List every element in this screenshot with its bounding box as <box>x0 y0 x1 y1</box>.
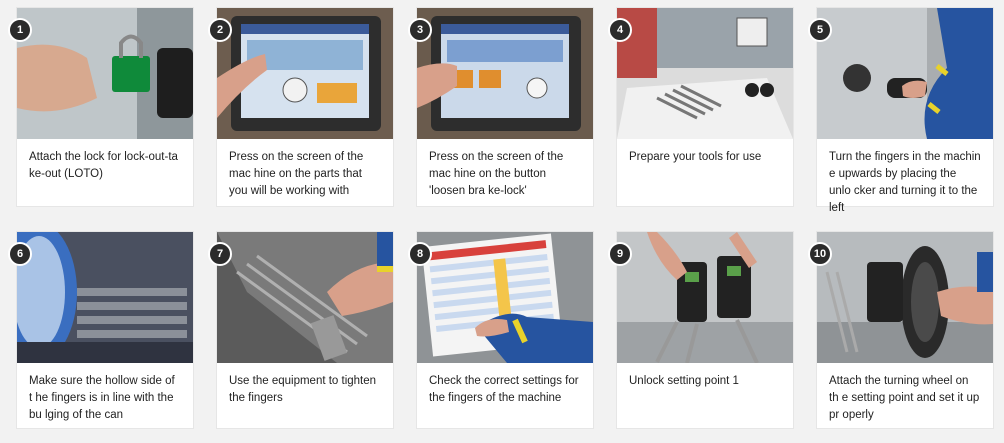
turning-wheel-photo <box>817 232 993 363</box>
step-caption: Press on the screen of the mac hine on t… <box>429 151 564 197</box>
step-card-5[interactable]: 5 Turn the fingers in the machin e upwar… <box>808 8 993 214</box>
step-caption: Make sure the hollow side of t he finger… <box>29 375 175 421</box>
step-caption: Turn the fingers in the machin e upwards… <box>829 151 981 214</box>
step-number-badge: 6 <box>8 242 32 266</box>
step-card-9[interactable]: 9 Unlock setting point 1 <box>608 232 793 428</box>
step-number-badge: 4 <box>608 18 632 42</box>
tools-table-photo <box>617 8 793 139</box>
step-caption: Attach the turning wheel on th e setting… <box>829 375 980 421</box>
step-card-3[interactable]: 3 Press on the screen of the mac hine on… <box>408 8 593 206</box>
fingers-can-photo <box>17 232 193 363</box>
step-card-1[interactable]: 1 Attach the lock for lock-out-ta ke-out… <box>8 8 193 206</box>
step-number-badge: 8 <box>408 242 432 266</box>
step-number-badge: 2 <box>208 18 232 42</box>
machine-handle-photo <box>817 8 993 139</box>
step-number-badge: 7 <box>208 242 232 266</box>
step-caption: Unlock setting point 1 <box>629 375 739 387</box>
tightening-photo <box>217 232 393 363</box>
step-number-badge: 1 <box>8 18 32 42</box>
step-card-2[interactable]: 2 Press on the screen of the mac hine on… <box>208 8 393 206</box>
step-caption: Attach the lock for lock-out-ta ke-out (… <box>29 151 178 180</box>
step-card-8[interactable]: 8 Check the correct settings for the fin… <box>408 232 593 428</box>
step-caption: Prepare your tools for use <box>629 151 762 163</box>
touchscreen-photo <box>417 8 593 139</box>
step-number-badge: 3 <box>408 18 432 42</box>
step-card-7[interactable]: 7 Use the equipment to tighten the finge… <box>208 232 393 428</box>
padlock-photo <box>17 8 193 139</box>
step-card-10[interactable]: 10 Attach the turning wheel on th e sett… <box>808 232 993 428</box>
step-number-badge: 5 <box>808 18 832 42</box>
settings-sheet-photo <box>417 232 593 363</box>
step-caption: Use the equipment to tighten the fingers <box>229 375 377 404</box>
setting-point-photo <box>617 232 793 363</box>
step-caption: Press on the screen of the mac hine on t… <box>229 151 364 197</box>
touchscreen-photo <box>217 8 393 139</box>
step-card-4[interactable]: 4 Prepare your tools for use <box>608 8 793 206</box>
step-number-badge: 9 <box>608 242 632 266</box>
step-card-6[interactable]: 6 Make sure the hollow side of t he fing… <box>8 232 193 428</box>
step-caption: Check the correct settings for the finge… <box>429 375 579 404</box>
step-number-badge: 10 <box>808 242 832 266</box>
